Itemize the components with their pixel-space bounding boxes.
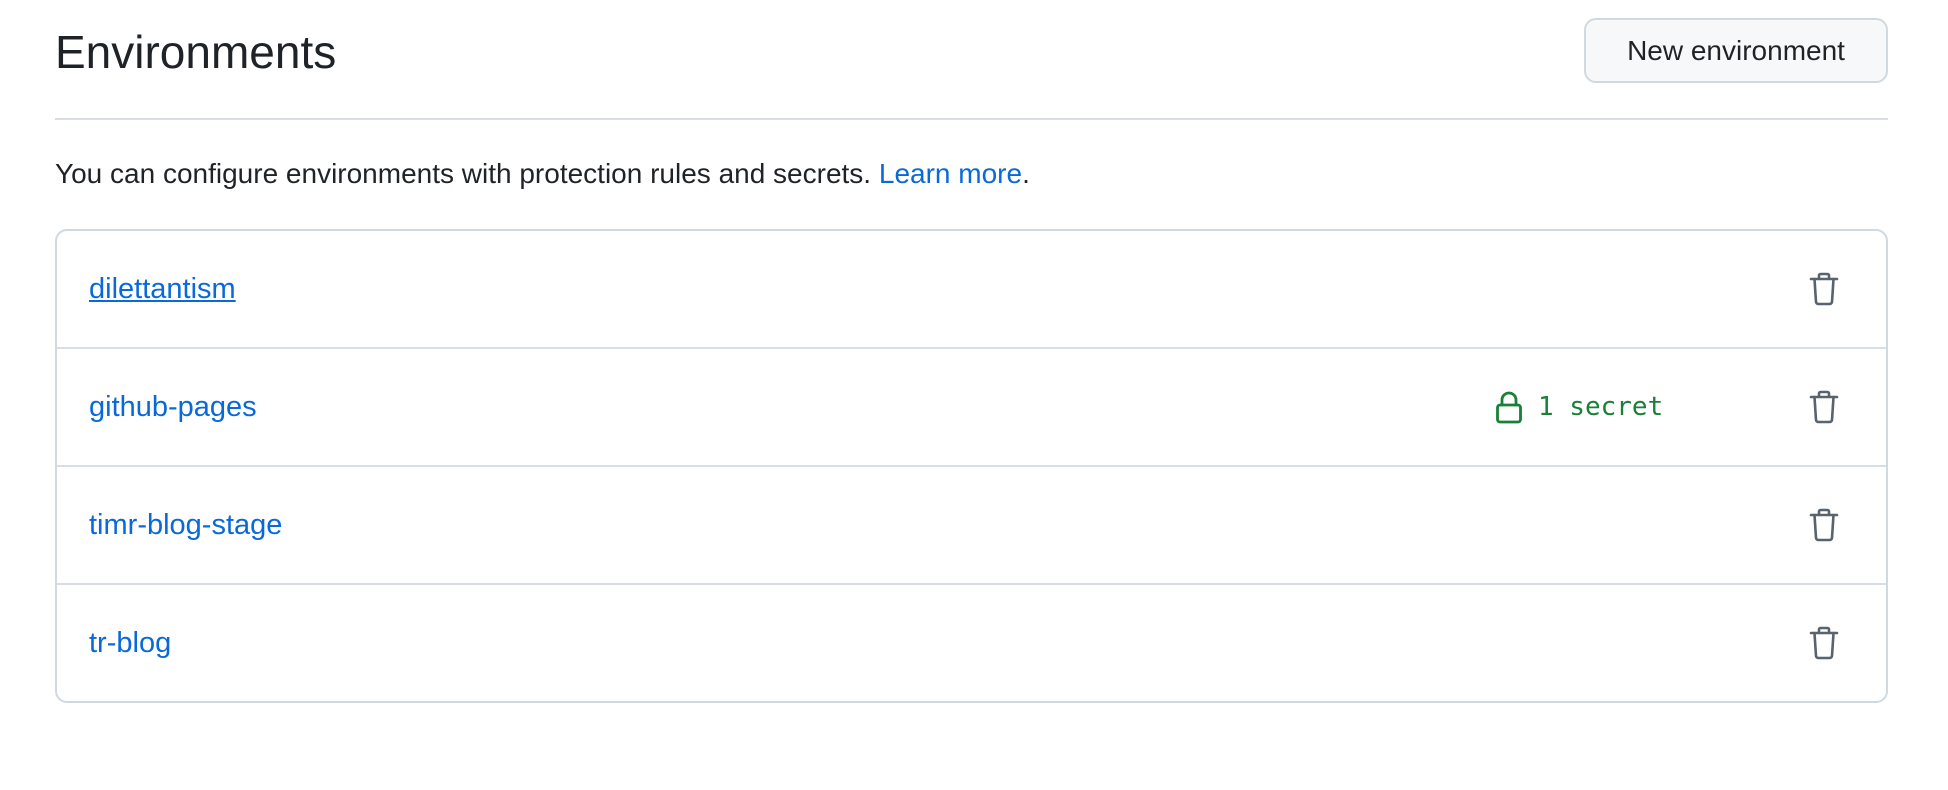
environment-link-tr-blog[interactable]: tr-blog [89, 623, 171, 663]
delete-environment-button[interactable] [1802, 267, 1846, 311]
environment-link-github-pages[interactable]: github-pages [89, 387, 257, 427]
description: You can configure environments with prot… [55, 154, 1030, 194]
delete-environment-button[interactable] [1802, 503, 1846, 547]
trash-icon [1809, 508, 1839, 542]
delete-environment-button[interactable] [1802, 385, 1846, 429]
environment-row: dilettantism [57, 231, 1886, 349]
trash-icon [1809, 626, 1839, 660]
trash-icon [1809, 272, 1839, 306]
environment-row: tr-blog [57, 585, 1886, 701]
page-title: Environments [55, 26, 337, 78]
environment-link-dilettantism[interactable]: dilettantism [89, 269, 236, 309]
description-trailing: . [1022, 158, 1030, 189]
new-environment-button[interactable]: New environment [1584, 18, 1888, 83]
lock-icon [1494, 390, 1524, 424]
environment-link-timr-blog-stage[interactable]: timr-blog-stage [89, 505, 282, 545]
environment-row: github-pages 1 secret [57, 349, 1886, 467]
environments-page: Environments New environment You can con… [0, 0, 1948, 790]
environment-list: dilettantism github-pages 1 secret timr-… [55, 229, 1888, 703]
description-text: You can configure environments with prot… [55, 158, 879, 189]
environment-row: timr-blog-stage [57, 467, 1886, 585]
secret-count-label: 1 secret [1538, 392, 1664, 422]
learn-more-link[interactable]: Learn more [879, 158, 1022, 189]
delete-environment-button[interactable] [1802, 621, 1846, 665]
secret-count: 1 secret [1494, 390, 1663, 424]
page-header: Environments New environment [55, 0, 1888, 120]
trash-icon [1809, 390, 1839, 424]
